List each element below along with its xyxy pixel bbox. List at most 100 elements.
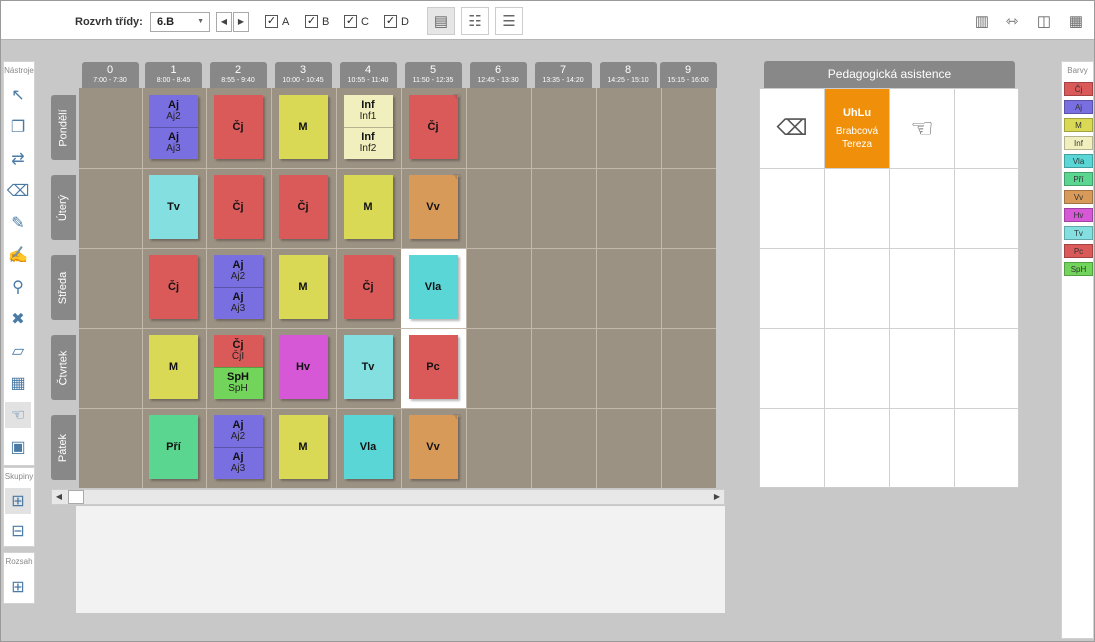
split-view-icon: ☷: [468, 13, 482, 30]
lesson-card[interactable]: Inf Inf1 Inf Inf2: [343, 95, 393, 159]
color-chip[interactable]: Vv: [1064, 190, 1093, 204]
lesson-card[interactable]: M: [343, 175, 393, 239]
view-list-button[interactable]: ▤: [427, 7, 455, 35]
checkbox-box[interactable]: ✓: [384, 15, 397, 28]
lesson-card[interactable]: Aj Aj2 Aj Aj3: [213, 255, 263, 319]
lesson-subject: M: [298, 441, 308, 453]
panel-icon: ◫: [1036, 13, 1052, 30]
color-chip[interactable]: Inf: [1064, 136, 1093, 150]
lesson-card[interactable]: Tv: [343, 335, 393, 399]
lesson-card[interactable]: M: [149, 335, 198, 399]
color-chip[interactable]: Čj: [1064, 82, 1093, 96]
assistance-hand-button[interactable]: ☜: [901, 109, 943, 147]
class-select[interactable]: 6.B ▼: [150, 12, 210, 32]
lesson-card[interactable]: Vla: [408, 255, 458, 319]
period-time: 15:15 - 16:00: [667, 77, 709, 84]
view-vertical-button[interactable]: ☰: [495, 7, 523, 35]
lesson-card[interactable]: Čj: [278, 175, 328, 239]
panel-view-button[interactable]: ◫: [1030, 7, 1058, 35]
week-b-checkbox[interactable]: ✓ B: [305, 15, 329, 28]
swap-tool[interactable]: ⇄: [5, 146, 31, 172]
checkbox-box[interactable]: ✓: [344, 15, 357, 28]
lesson-card[interactable]: Vv: [408, 175, 458, 239]
pointer-tool[interactable]: ↖: [5, 82, 31, 108]
lesson-subject: Aj: [168, 131, 179, 144]
week-a-checkbox[interactable]: ✓ A: [265, 15, 289, 28]
lesson-card[interactable]: Aj Aj2 Aj Aj3: [213, 415, 263, 479]
columns-view-button[interactable]: ▥: [968, 7, 996, 35]
range-tool[interactable]: ⊞: [5, 574, 31, 600]
groups-split-tool[interactable]: ⊟: [5, 518, 31, 544]
color-chip[interactable]: Hv: [1064, 208, 1093, 222]
tools-title: Nástroje: [4, 66, 34, 75]
pin-tool[interactable]: ⚲: [5, 274, 31, 300]
groups-merge-tool[interactable]: ⊞: [5, 488, 31, 514]
color-chip[interactable]: SpH: [1064, 262, 1093, 276]
hand-icon: ☜: [910, 112, 934, 143]
prev-class-button[interactable]: ◀: [216, 12, 232, 32]
lesson-card[interactable]: Vla: [343, 415, 393, 479]
lesson-card[interactable]: Čj ČjI SpH SpH: [213, 335, 263, 399]
lesson-card[interactable]: Tv: [149, 175, 198, 239]
lesson-subject: M: [298, 281, 308, 293]
lesson-subject: Čj: [427, 121, 439, 133]
lesson-part: Čj: [343, 255, 393, 319]
lesson-subject: Hv: [295, 361, 311, 373]
lesson-card[interactable]: M: [278, 95, 328, 159]
lesson-part: Čj ČjI: [213, 335, 263, 367]
lesson-card[interactable]: Aj Aj2 Aj Aj3: [149, 95, 198, 159]
eraser-tool[interactable]: ⌫: [5, 178, 31, 204]
color-chip[interactable]: M: [1064, 118, 1093, 132]
lesson-card[interactable]: Hv: [278, 335, 328, 399]
assistance-hand-icon: ☜: [452, 92, 462, 103]
note-tool[interactable]: ▱: [5, 338, 31, 364]
lesson-card[interactable]: Čj: [149, 255, 198, 319]
color-chip[interactable]: Aj: [1064, 100, 1093, 114]
assistant-card[interactable]: UhLu Brabcová Tereza: [825, 89, 889, 168]
lesson-card[interactable]: Pří: [149, 415, 198, 479]
color-chip[interactable]: Pří: [1064, 172, 1093, 186]
lesson-card[interactable]: M: [278, 415, 328, 479]
copy-tool[interactable]: ❐: [5, 114, 31, 140]
check-icon: ✓: [266, 15, 277, 27]
lesson-card[interactable]: Čj: [213, 95, 263, 159]
checkbox-box[interactable]: ✓: [305, 15, 318, 28]
color-chip[interactable]: Tv: [1064, 226, 1093, 240]
edit-tool[interactable]: ✎: [5, 210, 31, 236]
report-tool[interactable]: ▦: [5, 370, 31, 396]
image-tool[interactable]: ▣: [5, 434, 31, 460]
next-class-button[interactable]: ▶: [233, 12, 249, 32]
scroll-right-button[interactable]: ▶: [710, 490, 724, 504]
checkbox-box[interactable]: ✓: [265, 15, 278, 28]
color-chip[interactable]: Vla: [1064, 154, 1093, 168]
period-number: 7: [559, 64, 567, 76]
lesson-card[interactable]: Čj: [408, 95, 458, 159]
lesson-part: Hv: [278, 335, 328, 399]
assistance-divider: [759, 408, 1019, 409]
lesson-part: Pc: [408, 335, 458, 399]
assistance-eraser-button[interactable]: ⌫: [773, 111, 811, 145]
week-c-checkbox[interactable]: ✓ C: [344, 15, 369, 28]
grid-view-button[interactable]: ▦: [1062, 7, 1090, 35]
swap-view-button[interactable]: ⇿: [998, 7, 1026, 35]
edit-list-icon: ✍: [8, 247, 28, 264]
scroll-thumb[interactable]: [68, 490, 84, 504]
lesson-card[interactable]: Vv: [408, 415, 458, 479]
edit-list-tool[interactable]: ✍: [5, 242, 31, 268]
day-header: Úterý: [51, 175, 76, 240]
eraser-icon: ⌫: [6, 183, 30, 200]
assistance-tool[interactable]: ☜: [5, 402, 31, 428]
lesson-card[interactable]: Pc: [408, 335, 458, 399]
view-split-button[interactable]: ☷: [461, 7, 489, 35]
copy-icon: ❐: [10, 119, 26, 136]
lesson-part: Čj: [408, 95, 458, 159]
grid-line: [79, 328, 716, 329]
lesson-card[interactable]: Čj: [213, 175, 263, 239]
week-d-checkbox[interactable]: ✓ D: [384, 15, 409, 28]
scroll-left-button[interactable]: ◀: [52, 490, 66, 504]
lesson-card[interactable]: M: [278, 255, 328, 319]
delete-tool[interactable]: ✖: [5, 306, 31, 332]
horizontal-scrollbar[interactable]: [51, 489, 725, 505]
lesson-card[interactable]: Čj: [343, 255, 393, 319]
color-chip[interactable]: Pc: [1064, 244, 1093, 258]
